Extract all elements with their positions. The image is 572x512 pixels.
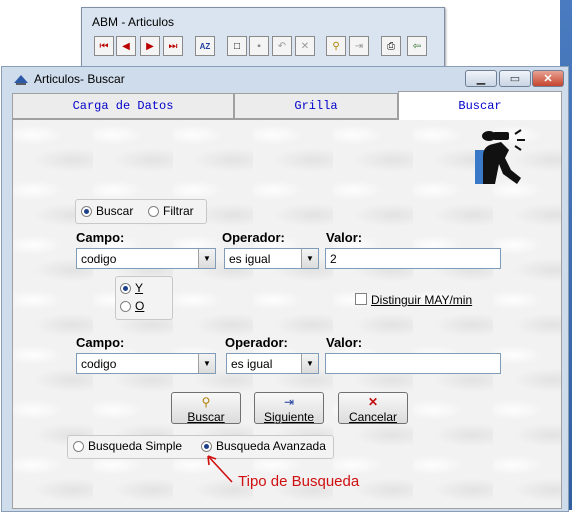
new-button[interactable]: □ [227, 36, 247, 56]
find-next-icon: ⇥ [354, 40, 364, 52]
campo-select-1[interactable]: codigo ▼ [76, 248, 216, 269]
sort-button[interactable]: AZ [195, 36, 215, 56]
logic-y-radio[interactable] [120, 283, 131, 294]
first-record-button[interactable]: ⏮ [94, 36, 114, 56]
mode-filtrar-radio[interactable] [148, 206, 159, 217]
busqueda-simple-label: Busqueda Simple [88, 439, 183, 453]
close-button[interactable]: ✕ [532, 70, 564, 87]
annotation-arrow-icon [207, 455, 233, 483]
find-button[interactable]: ⚲ [326, 36, 346, 56]
operador-select-2[interactable]: es igual ▼ [226, 353, 319, 374]
tab-carga-de-datos[interactable]: Carga de Datos [12, 93, 234, 119]
first-record-icon: ⏮ [99, 40, 109, 52]
articulos-buscar-window: Articulos- Buscar ▁ ▭ ✕ Carga de Datos G… [1, 66, 569, 512]
app-icon [14, 75, 28, 85]
tab-grilla[interactable]: Grilla [234, 93, 398, 119]
new-document-icon: □ [233, 40, 241, 52]
valor-input-2[interactable] [325, 353, 501, 374]
operador-select-2-value: es igual [231, 357, 273, 371]
operador-label-1: Operador: [222, 230, 285, 245]
window-title: Articulos- Buscar [34, 72, 125, 86]
toolbar-window: ABM - Articulos ⏮ ◀ ▶ ⏭ AZ □ ▪ ↶ ✕ ⚲ ⇥ ⎙… [81, 7, 445, 68]
campo-select-2-value: codigo [81, 357, 117, 371]
cancelar-button-label: Cancelar [348, 410, 398, 424]
annotation-text: Tipo de Busqueda [238, 473, 360, 490]
distinguir-label: Distinguir MAY/min [371, 293, 473, 307]
mode-buscar-radio[interactable] [81, 206, 92, 217]
previous-record-button[interactable]: ◀ [116, 36, 136, 56]
chevron-down-icon: ▼ [301, 354, 318, 373]
logic-y-label: Y [135, 281, 144, 295]
siguiente-button[interactable]: ⇥ Siguiente [254, 392, 324, 424]
find-next-icon: ⇥ [283, 395, 295, 409]
distinguir-checkbox[interactable] [355, 293, 367, 305]
cancel-x-icon: ✕ [367, 395, 379, 409]
operador-select-1-value: es igual [229, 252, 271, 266]
search-icon: ⚲ [201, 395, 211, 409]
buscar-button[interactable]: ⚲ Buscar [171, 392, 241, 424]
find-icon: ⚲ [332, 40, 340, 52]
print-button[interactable]: ⎙ [381, 36, 401, 56]
valor-input-1[interactable]: 2 [325, 248, 501, 269]
find-next-button[interactable]: ⇥ [349, 36, 369, 56]
operador-select-1[interactable]: es igual ▼ [224, 248, 319, 269]
chevron-down-icon: ▼ [198, 249, 215, 268]
busqueda-simple-radio[interactable] [73, 441, 84, 452]
logic-group: Y O [115, 276, 173, 320]
print-icon: ⎙ [387, 40, 395, 52]
toolbar-window-title: ABM - Articulos [92, 15, 175, 29]
tab-buscar[interactable]: Buscar [398, 91, 562, 120]
next-record-icon: ▶ [146, 40, 154, 52]
exit-button[interactable]: ⇦ [407, 36, 427, 56]
save-button[interactable]: ▪ [249, 36, 269, 56]
mode-filtrar-label: Filtrar [163, 204, 194, 218]
campo-select-2[interactable]: codigo ▼ [76, 353, 216, 374]
binoculars-person-icon [475, 129, 525, 184]
sort-az-icon: AZ [199, 41, 211, 51]
delete-icon: ✕ [300, 40, 310, 52]
logic-o-label: O [135, 299, 145, 313]
next-record-button[interactable]: ▶ [140, 36, 160, 56]
exit-icon: ⇦ [412, 40, 422, 52]
save-icon: ▪ [257, 40, 261, 52]
mode-buscar-label: Buscar [96, 204, 134, 218]
campo-label-2: Campo: [76, 335, 125, 350]
valor-label-2: Valor: [326, 335, 363, 350]
chevron-down-icon: ▼ [301, 249, 318, 268]
close-icon: ✕ [543, 73, 553, 85]
undo-button[interactable]: ↶ [272, 36, 292, 56]
mode-group: Buscar Filtrar [75, 199, 207, 224]
buscar-panel: Buscar Filtrar Campo: Operador: Valor: c… [12, 119, 562, 509]
valor-label-1: Valor: [326, 230, 363, 245]
logic-o-radio[interactable] [120, 301, 131, 312]
previous-record-icon: ◀ [122, 40, 130, 52]
operador-label-2: Operador: [225, 335, 288, 350]
minimize-icon: ▁ [476, 73, 486, 85]
campo-label-1: Campo: [76, 230, 125, 245]
minimize-button[interactable]: ▁ [465, 70, 497, 87]
siguiente-button-label: Siguiente [263, 410, 315, 424]
tab-strip: Carga de Datos Grilla Buscar [12, 91, 562, 120]
cancelar-button[interactable]: ✕ Cancelar [338, 392, 408, 424]
maximize-icon: ▭ [509, 73, 521, 85]
campo-select-1-value: codigo [81, 252, 117, 266]
chevron-down-icon: ▼ [198, 354, 215, 373]
last-record-button[interactable]: ⏭ [163, 36, 183, 56]
undo-icon: ↶ [277, 40, 287, 52]
buscar-button-label: Buscar [187, 410, 225, 424]
maximize-button[interactable]: ▭ [499, 70, 531, 87]
delete-button[interactable]: ✕ [295, 36, 315, 56]
last-record-icon: ⏭ [168, 40, 178, 52]
